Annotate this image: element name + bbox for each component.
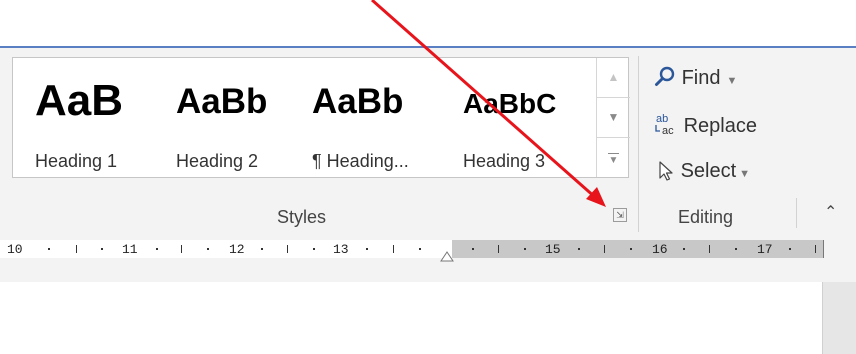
annotation-arrow-icon — [371, 0, 606, 207]
